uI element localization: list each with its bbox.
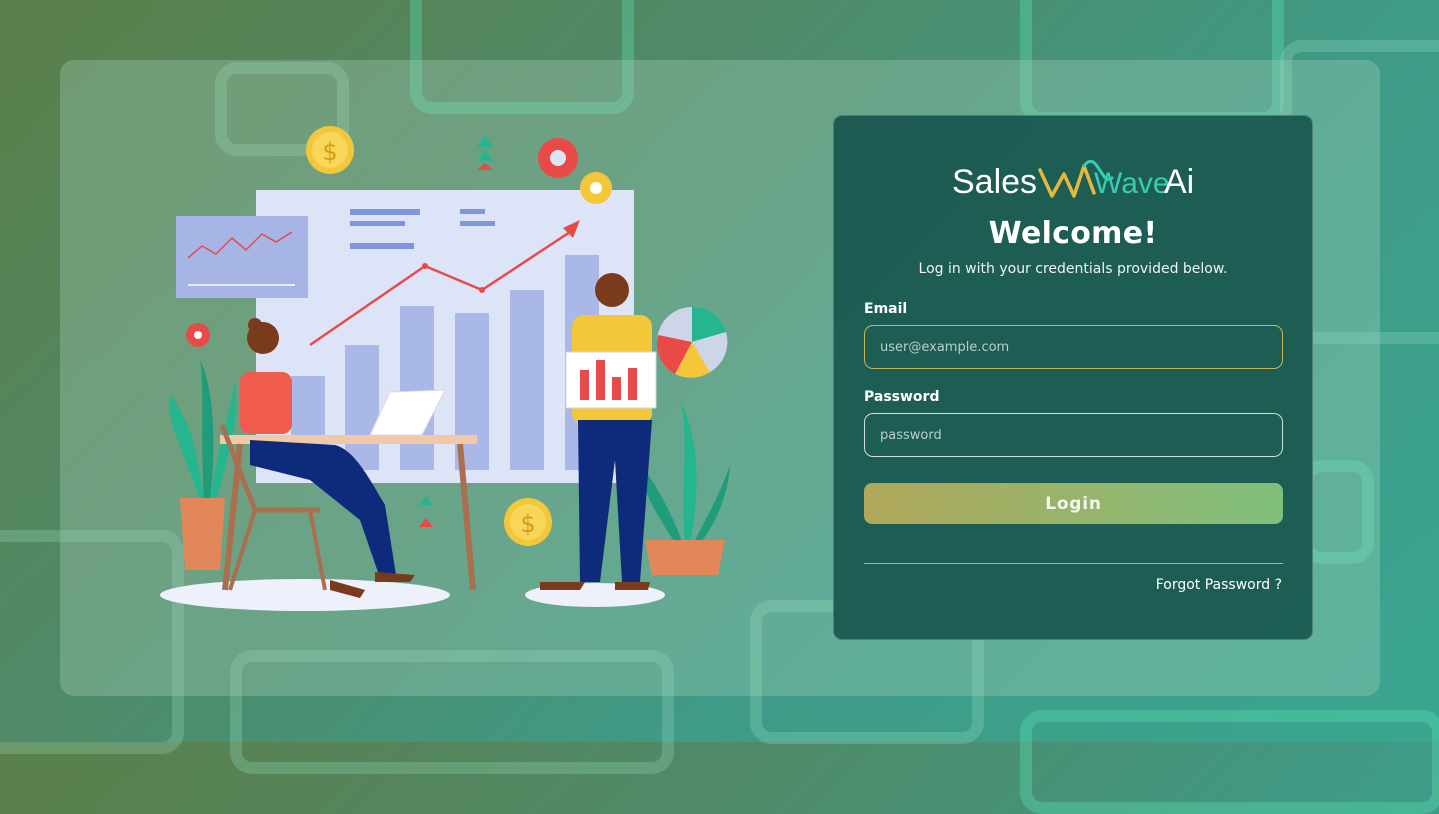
login-card: Sales Wave Ai Welcome! Log in with your … bbox=[833, 115, 1313, 640]
logo-text-wave: Wave bbox=[1094, 167, 1170, 200]
line-chart-icon bbox=[176, 216, 308, 298]
forgot-password-link[interactable]: Forgot Password ? bbox=[1156, 577, 1282, 593]
salesweave-logo: Sales Wave Ai bbox=[952, 159, 1194, 201]
dollar-coin-icon: $ bbox=[504, 498, 552, 546]
plant-icon bbox=[638, 400, 730, 575]
dollar-coin-icon: $ bbox=[306, 126, 354, 174]
welcome-title: Welcome! bbox=[988, 216, 1158, 251]
divider bbox=[864, 563, 1283, 564]
svg-text:$: $ bbox=[322, 138, 337, 166]
email-input[interactable] bbox=[864, 325, 1283, 369]
plant-icon bbox=[169, 360, 237, 570]
logo-text-ai: Ai bbox=[1164, 163, 1194, 201]
login-subtitle: Log in with your credentials provided be… bbox=[918, 261, 1228, 277]
password-input[interactable] bbox=[864, 413, 1283, 457]
background-shape bbox=[1020, 710, 1439, 814]
login-button[interactable]: Login bbox=[864, 483, 1283, 524]
pie-chart-icon bbox=[656, 306, 728, 378]
logo-text-sales: Sales bbox=[952, 163, 1037, 201]
svg-text:$: $ bbox=[520, 510, 535, 538]
password-label: Password bbox=[864, 389, 940, 405]
sales-illustration: $ $ bbox=[160, 126, 730, 611]
email-label: Email bbox=[864, 301, 908, 317]
